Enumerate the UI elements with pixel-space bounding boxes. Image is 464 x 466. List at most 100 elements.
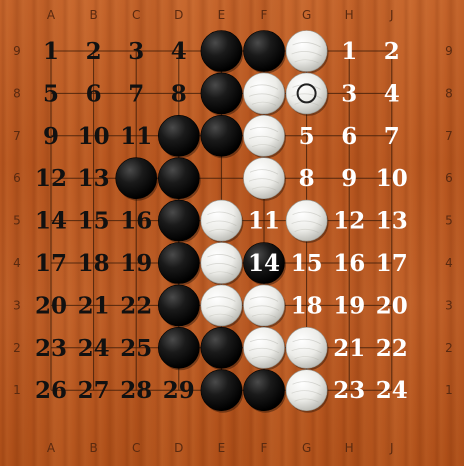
white-territory-count-H2: 21 [333,335,365,362]
black-territory-count-C3: 22 [120,292,152,319]
bottom-column-label-G: G [302,441,311,455]
right-row-label-3: 3 [445,298,453,312]
black-territory-count-B4: 18 [78,250,110,277]
white-territory-count-H6: 9 [341,165,357,192]
white-stone-E4 [200,242,244,286]
white-territory-count-J8: 4 [384,80,400,107]
top-column-label-H: H [345,8,354,22]
top-column-label-D: D [174,8,183,22]
left-row-label-5: 5 [13,214,21,228]
white-stone-F8 [243,72,286,116]
bottom-column-label-D: D [174,441,183,455]
black-territory-count-B1: 27 [78,377,110,404]
top-column-label-C: C [132,8,140,22]
white-territory-count-G4: 15 [291,250,323,277]
black-territory-count-A4: 17 [35,250,67,277]
left-row-label-2: 2 [13,341,21,355]
white-territory-count-G3: 18 [291,292,323,319]
black-territory-count-B6: 13 [78,165,110,192]
black-territory-count-A1: 26 [35,377,67,404]
white-stone-F2 [243,326,286,371]
black-territory-count-B8: 6 [86,80,102,107]
black-territory-count-B2: 24 [78,335,110,362]
stone-move-number: 14 [248,250,280,277]
black-territory-count-D9: 4 [171,38,187,65]
black-territory-count-D1: 29 [163,377,195,404]
left-row-label-3: 3 [13,298,21,312]
black-stone-E2 [200,326,244,371]
bottom-column-label-H: H [345,441,354,455]
black-territory-count-B3: 21 [78,292,110,319]
top-column-label-G: G [302,8,311,22]
black-territory-count-A5: 14 [35,208,67,235]
top-column-label-J: J [389,8,394,22]
black-stone-D3 [158,284,201,328]
black-stone-D2 [158,326,201,371]
black-territory-count-C4: 19 [120,250,152,277]
bottom-column-label-F: F [261,441,268,455]
bottom-column-label-E: E [218,441,226,455]
black-territory-count-C1: 28 [120,377,152,404]
black-territory-count-A2: 23 [35,335,67,362]
black-territory-count-B7: 10 [78,123,110,150]
white-stone-G8 [285,72,329,116]
white-territory-count-J7: 7 [384,123,400,150]
white-territory-count-F5: 11 [248,208,280,235]
white-stone-E3 [200,284,244,328]
white-stone-G9 [285,30,329,74]
white-territory-count-J6: 10 [376,165,408,192]
right-row-label-5: 5 [445,214,453,228]
bottom-column-label-J: J [389,441,394,455]
black-territory-count-B5: 15 [78,208,110,235]
right-row-label-7: 7 [445,129,453,143]
black-territory-count-A6: 12 [35,165,67,192]
white-territory-count-H3: 19 [333,292,365,319]
black-stone-D7 [158,115,201,159]
white-territory-count-H8: 3 [341,80,357,107]
white-territory-count-J3: 20 [376,292,408,319]
white-territory-count-J1: 24 [376,377,408,404]
white-stone-F6 [243,157,286,201]
right-row-label-6: 6 [445,171,453,185]
black-stone-F1 [243,369,286,413]
top-column-label-F: F [261,8,268,22]
black-territory-count-C9: 3 [128,38,144,65]
white-stone-G1 [285,369,329,413]
white-stone-G2 [285,326,329,371]
white-territory-count-H5: 12 [333,208,365,235]
top-column-label-E: E [218,8,226,22]
black-stone-E8 [200,72,244,116]
white-stone-E5 [200,199,244,244]
black-territory-count-B9: 2 [86,38,102,65]
black-stone-E7 [200,115,244,159]
black-stone-D5 [158,199,201,244]
white-territory-count-J4: 17 [376,250,408,277]
white-territory-count-H7: 6 [341,123,357,150]
white-territory-count-G7: 5 [299,123,315,150]
black-stone-F9 [243,30,286,74]
go-board[interactable]: AABBCCDDEEFFGGHHJJ998877665544332211 14 … [0,0,464,466]
bottom-column-label-A: A [47,441,56,455]
right-row-label-2: 2 [445,341,453,355]
white-territory-count-J2: 22 [376,335,408,362]
go-board-canvas[interactable]: AABBCCDDEEFFGGHHJJ9 98 87 76 65 54 43 32 21 1 14 … [0,0,464,466]
white-territory-count-J9: 2 [384,38,400,65]
left-row-label-8: 8 [13,86,21,100]
left-row-label-1: 1 [13,383,21,397]
top-column-label-A: A [47,8,56,22]
black-territory-count-A3: 20 [35,292,67,319]
bottom-column-label-C: C [132,441,140,455]
black-territory-count-C7: 11 [120,123,152,150]
black-territory-count-C2: 25 [120,335,152,362]
right-row-label-1: 1 [445,383,453,397]
top-column-label-B: B [89,8,97,22]
white-territory-count-H4: 16 [333,250,365,277]
white-territory-count-G6: 8 [299,165,315,192]
left-row-label-4: 4 [13,256,21,270]
white-territory-count-H9: 1 [341,38,357,65]
white-stone-F7 [243,115,286,159]
black-stone-C6 [115,157,159,201]
black-territory-count-C5: 16 [120,208,152,235]
right-row-label-8: 8 [445,86,453,100]
black-stone-F4: 14 [243,242,286,286]
